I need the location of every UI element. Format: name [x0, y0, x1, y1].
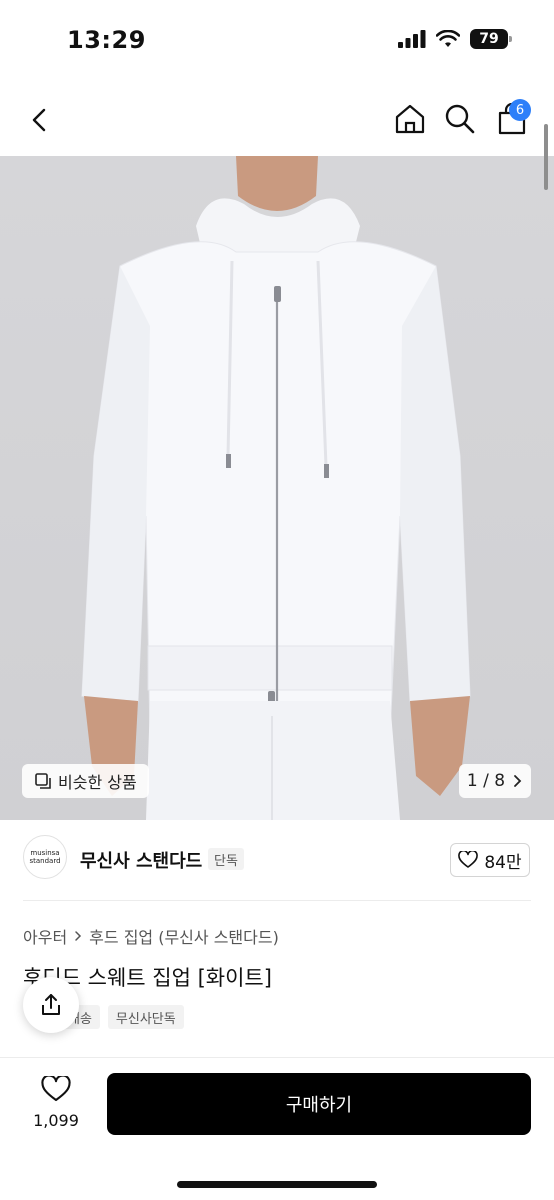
- signal-icon: [398, 30, 426, 48]
- chevron-right-icon: [514, 775, 522, 787]
- product-image[interactable]: [0, 156, 554, 820]
- share-icon: [42, 994, 60, 1015]
- home-indicator[interactable]: [177, 1181, 377, 1188]
- product-photo: [81, 156, 471, 820]
- battery-level: 79: [479, 31, 499, 47]
- share-button[interactable]: [23, 977, 79, 1033]
- heart-icon: [41, 1074, 71, 1102]
- search-icon[interactable]: [442, 101, 478, 137]
- battery-icon: 79: [470, 29, 512, 49]
- brand-exclusive-tag: 단독: [208, 848, 244, 870]
- brand-name[interactable]: 무신사 스탠다드: [80, 847, 202, 873]
- divider: [23, 900, 531, 901]
- status-bar: 13:29 79: [0, 0, 554, 84]
- buy-button[interactable]: 구매하기: [107, 1073, 531, 1135]
- back-icon[interactable]: [22, 102, 58, 138]
- nav-bar: [0, 84, 554, 156]
- brand-logo-line1: musinsa: [30, 849, 60, 857]
- brand-logo-line2: standard: [29, 857, 61, 865]
- cart-badge: 6: [509, 99, 531, 121]
- status-time: 13:29: [67, 26, 146, 54]
- similar-products-label: 비슷한 상품: [58, 773, 137, 792]
- similar-icon: [35, 773, 51, 789]
- heart-icon: [458, 851, 479, 868]
- brand-like-button[interactable]: 84만: [450, 843, 530, 877]
- buy-button-label: 구매하기: [285, 1095, 353, 1116]
- breadcrumb: 아우터 후드 집업 (무신사 스탠다드): [23, 924, 279, 948]
- scroll-indicator[interactable]: [544, 124, 548, 190]
- brand-row[interactable]: musinsa standard 무신사 스탠다드 단독 84만: [0, 832, 554, 888]
- image-pager[interactable]: 1 / 8: [459, 764, 531, 798]
- wishlist-count: 1,099: [33, 1111, 79, 1130]
- bottom-bar: 1,099 구매하기: [0, 1058, 554, 1200]
- status-icons: 79: [398, 29, 512, 49]
- chevron-right-icon: [75, 931, 82, 941]
- similar-products-button[interactable]: 비슷한 상품: [22, 764, 149, 798]
- brand-logo[interactable]: musinsa standard: [23, 835, 67, 879]
- breadcrumb-item-category[interactable]: 아우터: [23, 924, 67, 948]
- tag-exclusive: 무신사단독: [107, 1005, 184, 1029]
- home-icon[interactable]: [392, 101, 428, 137]
- image-pager-label: 1 / 8: [466, 771, 506, 791]
- wifi-icon: [436, 30, 460, 47]
- brand-like-count: 84만: [484, 852, 522, 873]
- breadcrumb-item-subcategory[interactable]: 후드 집업 (무신사 스탠다드): [89, 924, 279, 948]
- wishlist-button[interactable]: 1,099: [28, 1074, 84, 1130]
